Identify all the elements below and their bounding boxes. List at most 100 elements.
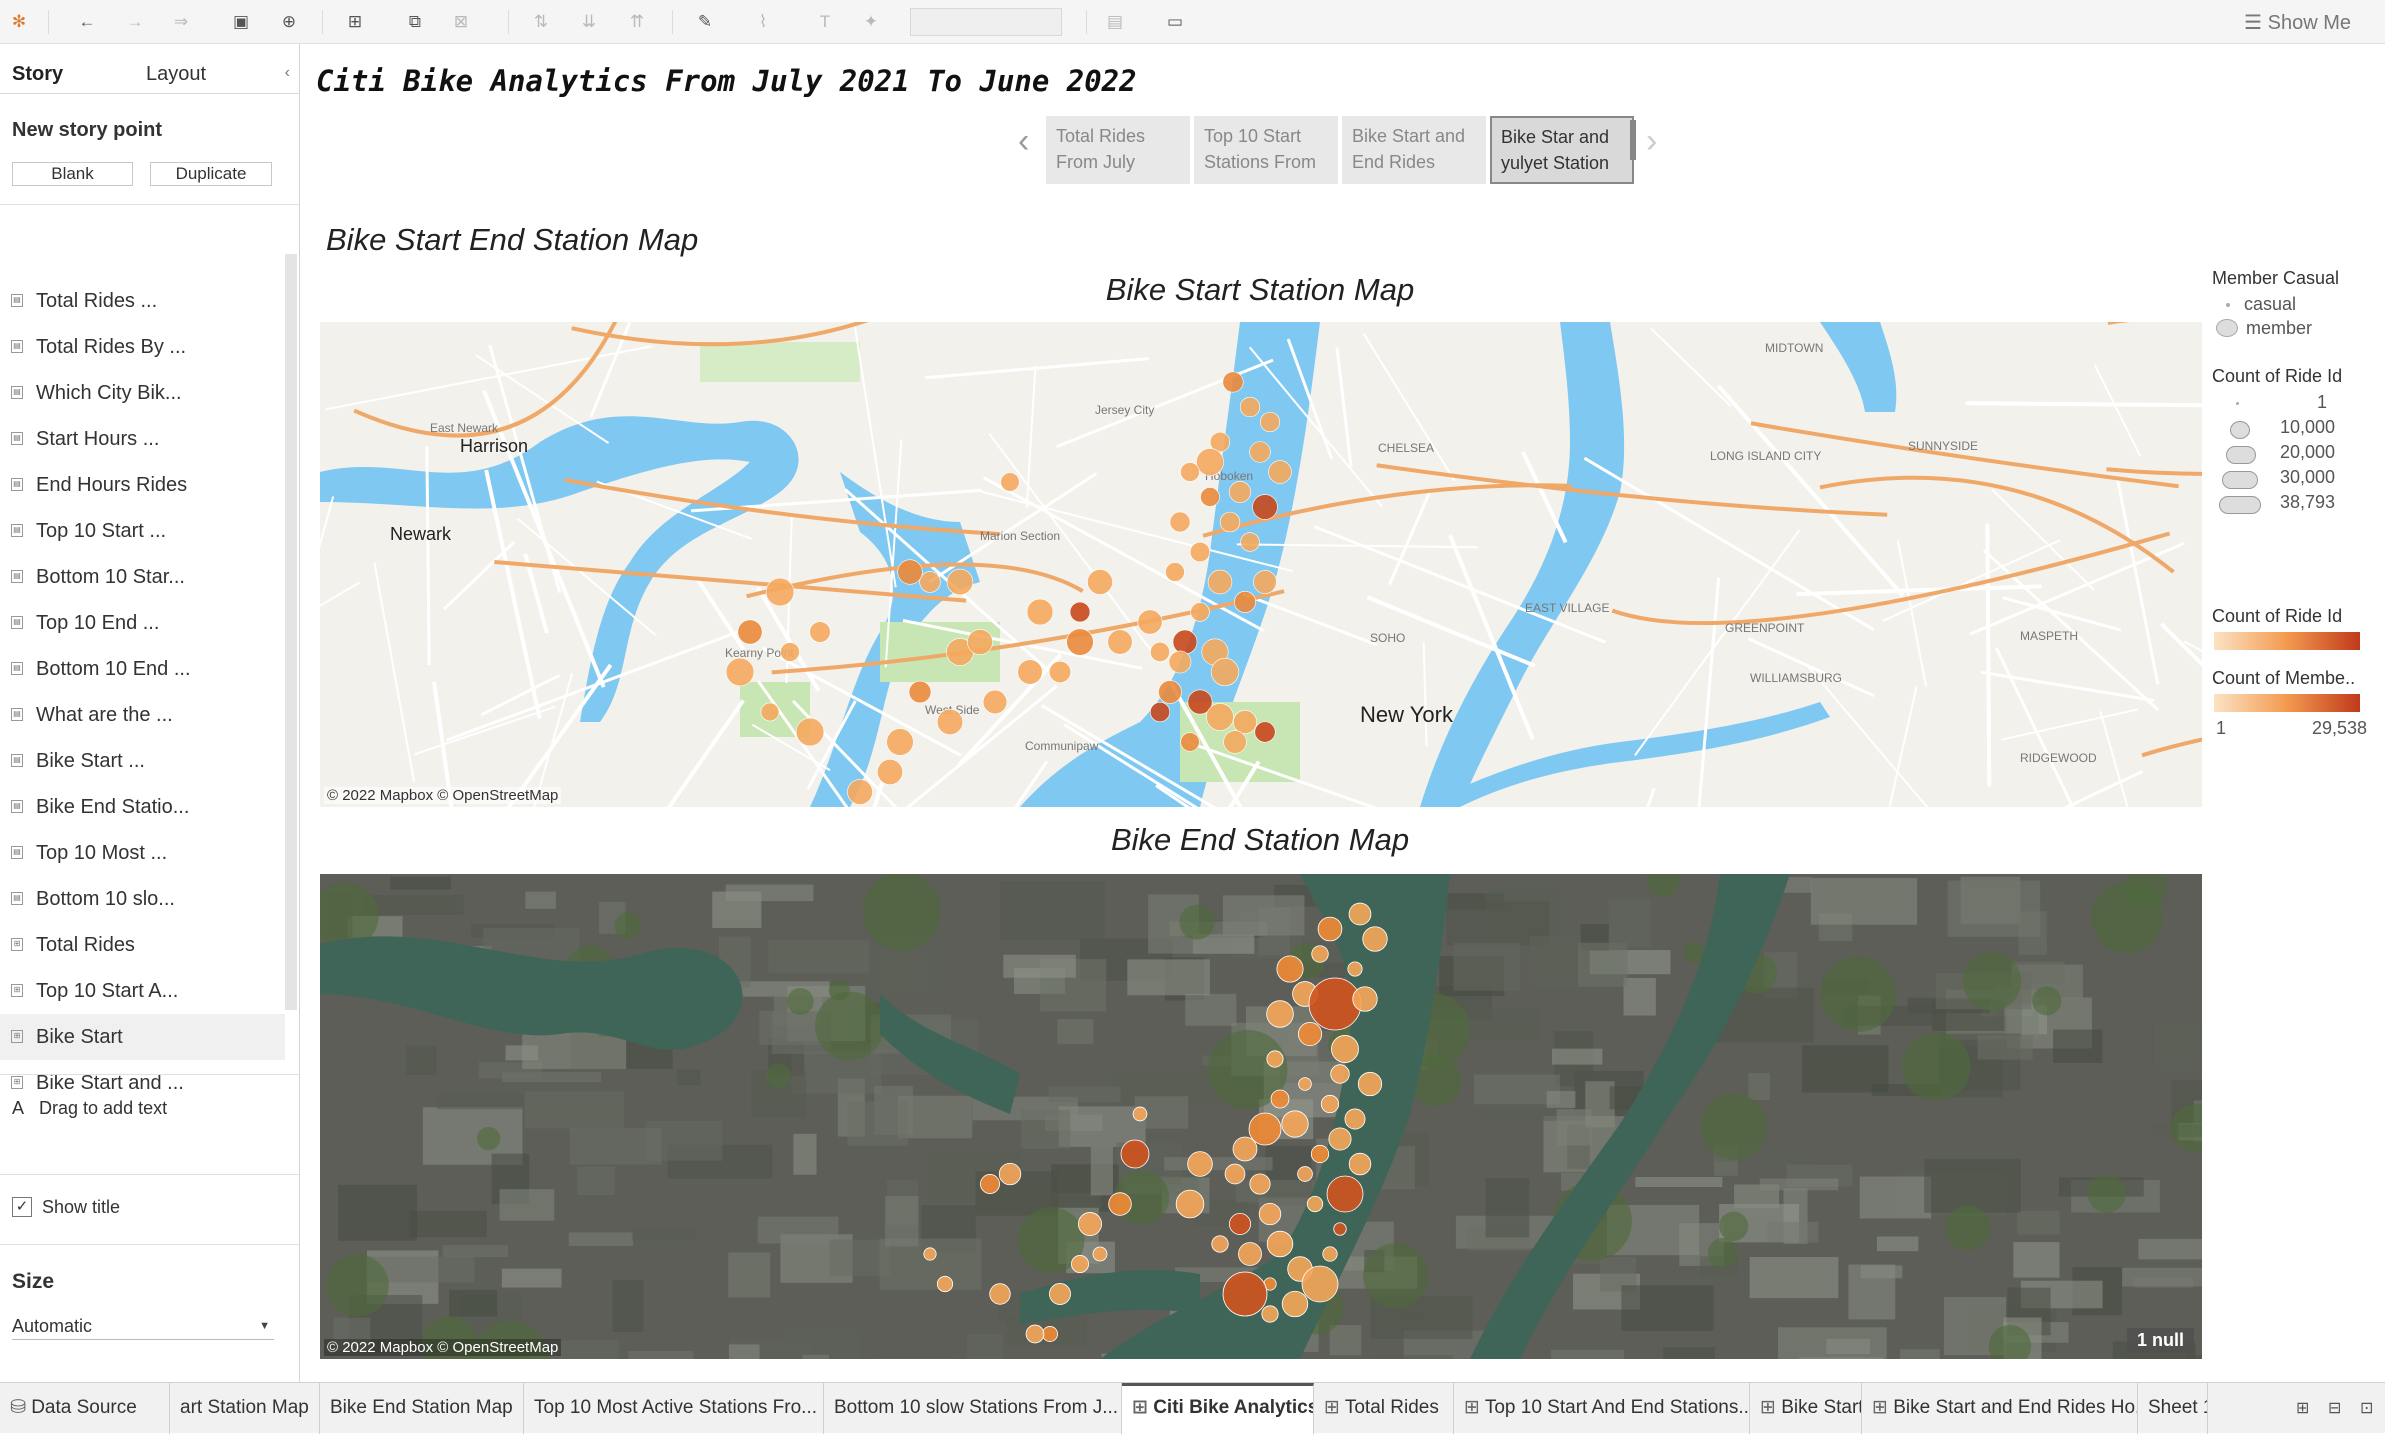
end-station-mark[interactable]: [1277, 956, 1303, 982]
start-station-mark[interactable]: [937, 709, 963, 735]
start-station-mark[interactable]: [1260, 412, 1279, 431]
sheet-tab[interactable]: ⊞ Top 10 Start And End Stations...: [1454, 1383, 1750, 1434]
pin-icon[interactable]: ✦: [860, 12, 882, 32]
sheet-list-item[interactable]: ▤Bottom 10 Star...: [0, 554, 285, 600]
end-station-mark[interactable]: [1026, 1325, 1044, 1343]
redo-icon[interactable]: →: [124, 12, 146, 32]
end-station-mark[interactable]: [1133, 1107, 1147, 1121]
prev-story-point-icon[interactable]: ‹: [1018, 122, 1029, 161]
end-station-mark[interactable]: [1321, 1095, 1338, 1112]
story-point-scrollbar[interactable]: [1630, 120, 1636, 160]
save-icon[interactable]: ▣: [230, 12, 252, 32]
end-station-mark[interactable]: [1250, 1174, 1270, 1194]
start-station-mark[interactable]: [1234, 591, 1255, 612]
new-dashboard-icon[interactable]: ⊟: [2328, 1398, 2341, 1418]
end-station-mark[interactable]: [1312, 946, 1329, 963]
end-station-mark[interactable]: [1282, 1291, 1308, 1317]
swap-icon[interactable]: ⇅: [530, 12, 552, 32]
end-station-mark[interactable]: [1176, 1190, 1204, 1218]
end-station-mark[interactable]: [1249, 1113, 1281, 1145]
label-icon[interactable]: T: [814, 12, 836, 32]
sheet-list-item[interactable]: ▤Bottom 10 End ...: [0, 646, 285, 692]
sheet-list-scrollbar[interactable]: [285, 254, 297, 1010]
story-point-1[interactable]: Total RidesFrom July: [1046, 116, 1190, 184]
fit-dropdown[interactable]: [910, 8, 1062, 36]
end-station-mark[interactable]: [1299, 1078, 1312, 1091]
start-station-mark[interactable]: [1269, 461, 1292, 484]
start-station-mark[interactable]: [1070, 602, 1090, 622]
end-station-mark[interactable]: [1353, 987, 1377, 1011]
start-station-mark[interactable]: [909, 681, 931, 703]
end-station-mark[interactable]: [1071, 1255, 1088, 1272]
sheet-tab[interactable]: ⛁ Data Source: [0, 1383, 170, 1434]
start-station-mark[interactable]: [1224, 731, 1247, 754]
start-station-mark[interactable]: [877, 759, 902, 784]
drag-text-item[interactable]: A Drag to add text: [12, 1098, 167, 1119]
start-station-mark[interactable]: [1067, 629, 1094, 656]
group-icon[interactable]: ⌇: [752, 12, 774, 32]
end-station-mark[interactable]: [1212, 1236, 1228, 1252]
duplicate-button[interactable]: Duplicate: [150, 162, 272, 186]
end-station-mark[interactable]: [1049, 1283, 1070, 1304]
end-station-mark[interactable]: [1349, 903, 1371, 925]
end-station-mark[interactable]: [1223, 1272, 1267, 1316]
end-station-mark[interactable]: [1323, 1247, 1337, 1261]
start-station-mark[interactable]: [1169, 651, 1191, 673]
start-station-mark[interactable]: [1206, 703, 1233, 730]
start-station-mark[interactable]: [920, 572, 941, 593]
sort-asc-icon[interactable]: ⇊: [578, 12, 600, 32]
end-station-mark[interactable]: [1109, 1193, 1132, 1216]
start-station-mark[interactable]: [726, 658, 754, 686]
start-station-mark[interactable]: [1233, 710, 1256, 733]
start-station-mark[interactable]: [1229, 481, 1250, 502]
end-station-mark[interactable]: [1318, 917, 1342, 941]
end-station-mark[interactable]: [1298, 1167, 1313, 1182]
end-station-mark[interactable]: [1121, 1140, 1149, 1168]
sheet-list-item[interactable]: ▤Top 10 Start ...: [0, 508, 285, 554]
start-station-mark[interactable]: [1240, 397, 1260, 417]
end-station-mark[interactable]: [1307, 1196, 1322, 1211]
end-station-mark[interactable]: [1349, 1153, 1371, 1175]
start-station-mark[interactable]: [1253, 570, 1276, 593]
end-station-mark[interactable]: [1348, 962, 1362, 976]
end-station-mark[interactable]: [1329, 1128, 1351, 1150]
sort-desc-icon[interactable]: ⇈: [626, 12, 648, 32]
end-station-mark[interactable]: [1302, 1266, 1338, 1302]
start-station-mark[interactable]: [1255, 722, 1275, 742]
start-station-mark[interactable]: [967, 629, 992, 654]
start-station-mark[interactable]: [766, 578, 794, 606]
legend-member[interactable]: member: [2216, 318, 2312, 339]
sheet-tab[interactable]: ⊞ Total Rides: [1314, 1383, 1454, 1434]
show-me-button[interactable]: ☰ Show Me: [2244, 10, 2351, 35]
start-station-mark[interactable]: [1166, 563, 1185, 582]
sheet-tab[interactable]: ⊞ Citi Bike Analytics: [1122, 1383, 1314, 1434]
start-station-mark[interactable]: [1181, 733, 1200, 752]
sheet-list-item[interactable]: ▤Top 10 End ...: [0, 600, 285, 646]
sheet-tab[interactable]: art Station Map: [170, 1383, 320, 1434]
undo-icon[interactable]: ←: [76, 12, 98, 32]
end-station-mark[interactable]: [1334, 1223, 1347, 1236]
start-station-mark[interactable]: [847, 779, 872, 804]
end-station-mark[interactable]: [1298, 1022, 1321, 1045]
end-station-mark[interactable]: [1229, 1213, 1250, 1234]
start-station-mark[interactable]: [781, 643, 800, 662]
story-point-3[interactable]: Bike Start andEnd Rides: [1342, 116, 1486, 184]
start-station-mark[interactable]: [1241, 533, 1260, 552]
start-station-mark[interactable]: [1027, 599, 1053, 625]
story-point-2[interactable]: Top 10 StartStations From: [1194, 116, 1338, 184]
start-station-mark[interactable]: [738, 620, 762, 644]
new-datasource-icon[interactable]: ⊕: [278, 12, 300, 32]
end-station-mark[interactable]: [1309, 978, 1361, 1030]
start-station-mark[interactable]: [898, 560, 923, 585]
end-station-mark[interactable]: [1233, 1137, 1257, 1161]
start-station-mark[interactable]: [1223, 372, 1243, 392]
sheet-tab[interactable]: ⊞ Bike Start: [1750, 1383, 1862, 1434]
clear-sheet-icon[interactable]: ⊠: [450, 12, 472, 32]
start-station-mark[interactable]: [1170, 512, 1190, 532]
sheet-list-item[interactable]: ▤Which City Bik...: [0, 370, 285, 416]
sheet-list-item[interactable]: ▤What are the ...: [0, 692, 285, 738]
start-station-mark[interactable]: [1158, 680, 1181, 703]
start-station-mark[interactable]: [1208, 570, 1232, 594]
start-station-mark[interactable]: [796, 718, 824, 746]
start-station-mark[interactable]: [1181, 463, 1200, 482]
